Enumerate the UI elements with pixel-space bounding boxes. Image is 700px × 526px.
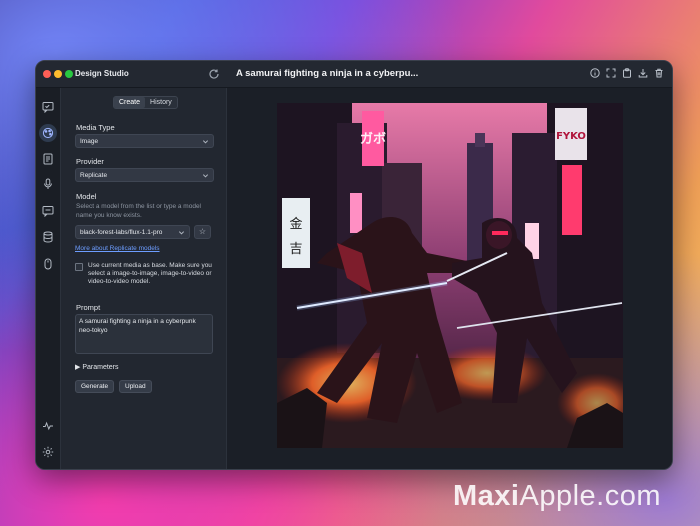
copy-icon[interactable] <box>622 68 632 78</box>
chevron-down-icon <box>202 174 209 178</box>
model-help-text: Select a model from the list or type a m… <box>76 203 202 219</box>
document-title: A samurai fighting a ninja in a cyberpu.… <box>236 68 419 79</box>
tab-create[interactable]: Create <box>114 97 146 108</box>
microphone-icon[interactable] <box>42 178 54 190</box>
refresh-icon[interactable] <box>208 68 220 80</box>
generated-image: ガボ 金 吉 FYKO <box>277 103 623 448</box>
create-panel: Create History Media Type Image Provider… <box>61 88 227 469</box>
fullscreen-icon[interactable] <box>606 68 616 78</box>
media-type-select[interactable]: Image <box>75 134 214 148</box>
generate-button[interactable]: Generate <box>75 380 115 393</box>
sign-text-3: 吉 <box>289 242 302 257</box>
neon-sign-text-1: ガボ <box>360 131 386 147</box>
zoom-window-button[interactable] <box>65 70 73 78</box>
tab-history[interactable]: History <box>145 97 177 108</box>
media-type-label: Media Type <box>76 123 115 132</box>
parameters-toggle[interactable]: ▶ Parameters <box>75 363 119 371</box>
chat-icon[interactable] <box>42 101 54 113</box>
toolbar <box>590 68 664 78</box>
app-title: Design Studio <box>75 69 129 78</box>
mode-tabs: Create History <box>113 96 178 109</box>
use-base-media-text: Use current media as base. Make sure you… <box>88 262 212 285</box>
watermark: MaxiApple.com <box>453 480 661 512</box>
preview-area: ガボ 金 吉 FYKO <box>227 88 672 469</box>
more-about-models-link[interactable]: More about Replicate models <box>75 245 160 252</box>
media-type-value: Image <box>80 138 99 145</box>
app-window: Design Studio A samurai fighting a ninja… <box>35 60 673 470</box>
settings-icon[interactable] <box>42 446 54 458</box>
sign-text-2: 金 <box>289 216 302 232</box>
palette-icon[interactable] <box>39 124 57 142</box>
provider-select[interactable]: Replicate <box>75 168 214 182</box>
database-icon[interactable] <box>42 231 54 243</box>
provider-label: Provider <box>76 157 104 166</box>
icon-rail <box>36 88 61 469</box>
model-label: Model <box>76 192 97 201</box>
chevron-down-icon <box>178 231 185 235</box>
trash-icon[interactable] <box>654 68 664 78</box>
message-icon[interactable] <box>42 205 54 217</box>
favorite-model-button[interactable]: ☆ <box>194 225 211 239</box>
model-value: black-forest-labs/flux-1.1-pro <box>80 229 163 236</box>
provider-value: Replicate <box>80 172 108 179</box>
upload-button[interactable]: Upload <box>119 380 152 393</box>
close-window-button[interactable] <box>43 70 51 78</box>
prompt-label: Prompt <box>76 303 101 312</box>
document-icon[interactable] <box>42 153 54 165</box>
sign-text-4: FYKO <box>556 131 586 142</box>
activity-icon[interactable] <box>42 420 54 432</box>
model-select[interactable]: black-forest-labs/flux-1.1-pro <box>75 225 190 239</box>
title-bar: Design Studio A samurai fighting a ninja… <box>36 61 672 88</box>
chevron-down-icon <box>202 140 209 144</box>
minimize-window-button[interactable] <box>54 70 62 78</box>
use-base-media-checkbox[interactable] <box>75 263 83 271</box>
info-icon[interactable] <box>590 68 600 78</box>
prompt-textarea[interactable]: A samurai fighting a ninja in a cyberpun… <box>75 314 213 354</box>
download-icon[interactable] <box>638 68 648 78</box>
mouse-icon[interactable] <box>42 258 54 270</box>
